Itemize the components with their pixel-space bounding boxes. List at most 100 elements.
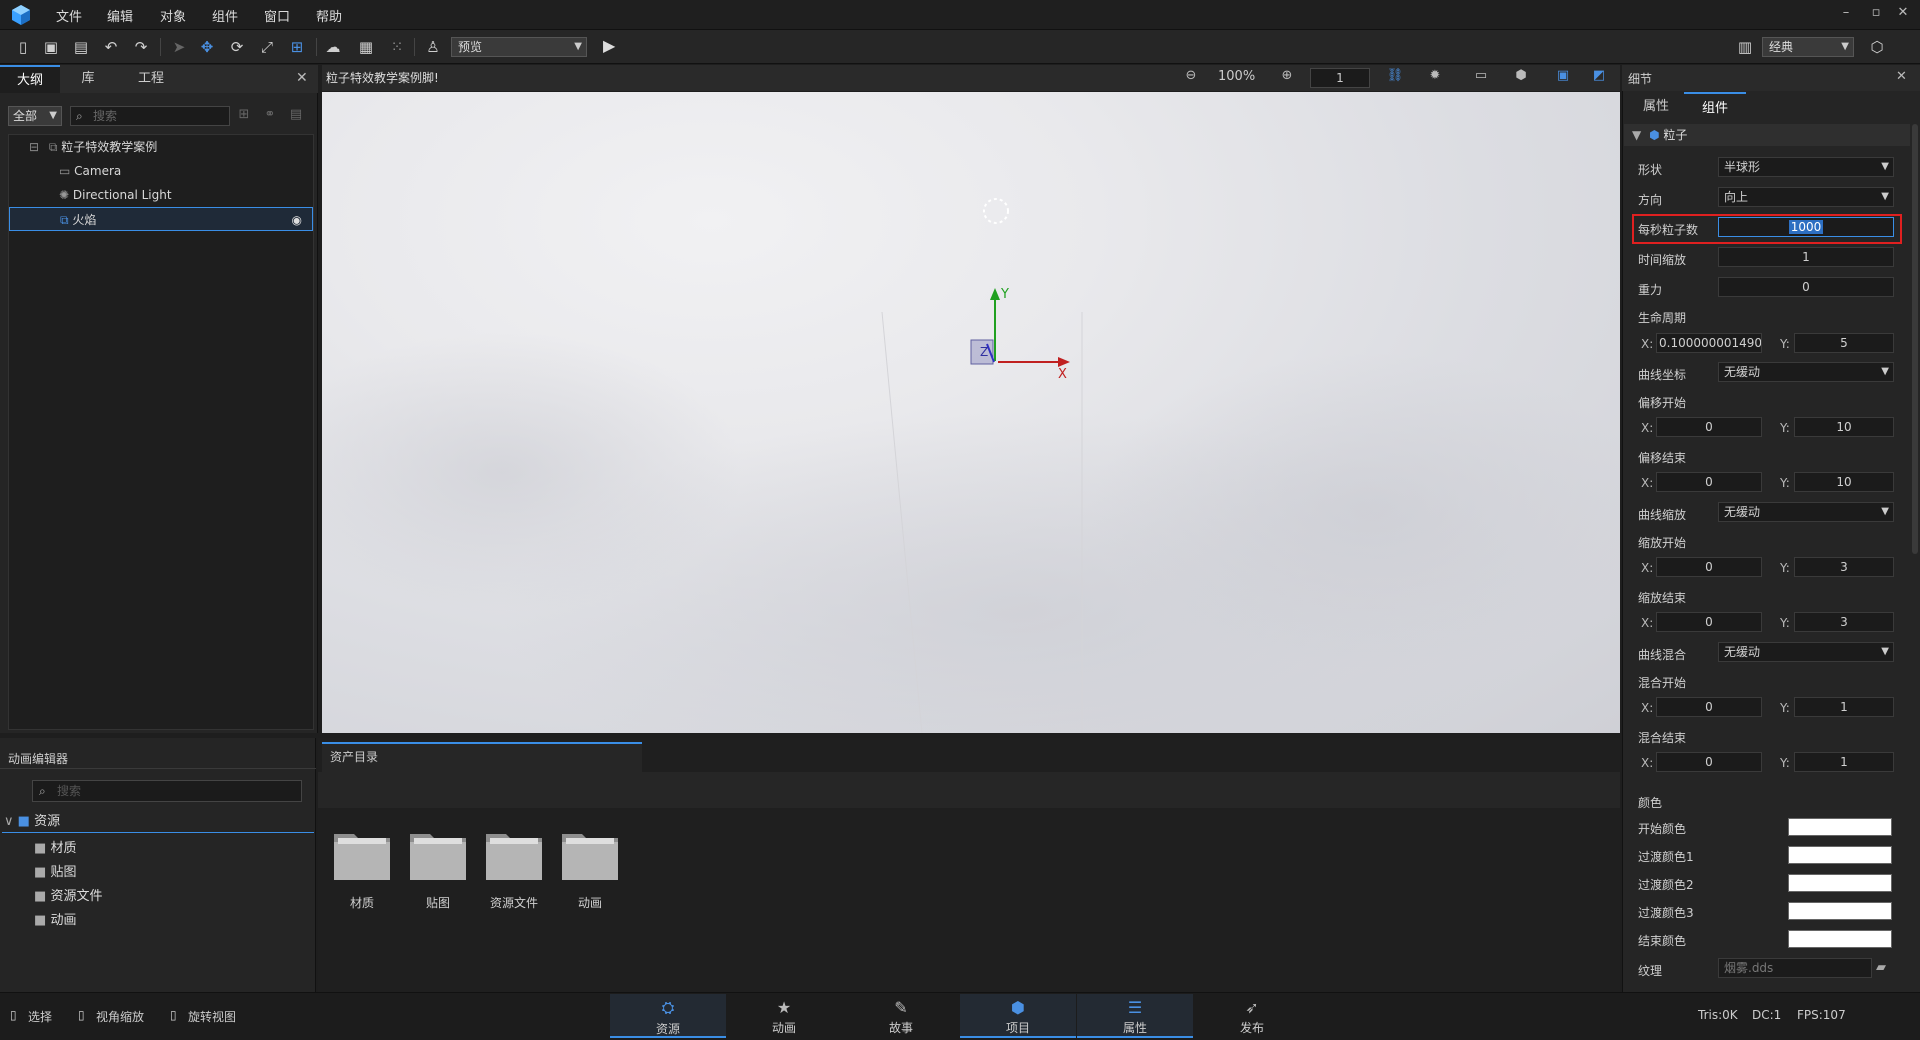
resource-item-material[interactable]: ■ 材质 [34, 837, 76, 856]
menu-help[interactable]: 帮助 [316, 6, 342, 25]
dot-grid-icon[interactable]: ⁙ [386, 36, 408, 58]
redo-icon[interactable]: ↷ [130, 36, 152, 58]
outline-search-input[interactable]: ⌕ 搜索 [70, 106, 230, 126]
collapse-toggle-icon[interactable]: ⊟ [29, 140, 39, 154]
particle-section-header[interactable]: ▼ ⬢ 粒子 [1624, 124, 1910, 146]
direction-select[interactable]: 向上 ▼ [1718, 187, 1894, 207]
zoom-in-icon[interactable]: ⊕ [1276, 68, 1298, 88]
preview-select[interactable]: 预览 ▼ [451, 37, 587, 57]
restore-button[interactable]: ▫ [1866, 5, 1886, 20]
move-tool-icon[interactable]: ✥ [196, 36, 218, 58]
new-file-icon[interactable]: ▯ [12, 36, 34, 58]
offset-end-y-input[interactable]: 10 [1794, 472, 1894, 492]
blend-end-x-input[interactable]: 0 [1656, 752, 1762, 772]
play-button[interactable]: ▶ [603, 36, 625, 58]
filter-select[interactable]: 全部 ▼ [8, 106, 62, 126]
save-view-icon[interactable]: ▣ [1552, 68, 1574, 88]
tree-item-flame[interactable]: ⧉ 火焰 ◉ [9, 207, 313, 231]
lifetime-y-input[interactable]: 5 [1794, 333, 1894, 353]
undo-icon[interactable]: ↶ [100, 36, 122, 58]
scale-end-x-input[interactable]: 0 [1656, 612, 1762, 632]
layout-icon[interactable]: ▥ [1734, 36, 1756, 58]
link-icon[interactable]: ⚭ [261, 107, 279, 125]
curve-coord-select[interactable]: 无缓动 ▼ [1718, 362, 1894, 382]
expand-icon[interactable]: ⊞ [235, 107, 253, 125]
save-all-icon[interactable]: ▤ [70, 36, 92, 58]
scale-start-x-input[interactable]: 0 [1656, 557, 1762, 577]
stats-icon[interactable]: ◩ [1588, 68, 1610, 88]
nav-tab-project[interactable]: ⬢ 项目 [960, 994, 1076, 1038]
time-scale-input[interactable]: 1 [1718, 247, 1894, 267]
nav-tab-story[interactable]: ✎ 故事 [843, 994, 959, 1038]
save-icon[interactable]: ▣ [40, 36, 62, 58]
cube-icon[interactable]: ⬢ [1510, 68, 1532, 88]
end-color-swatch[interactable] [1788, 930, 1892, 948]
nav-tab-animation[interactable]: ★ 动画 [726, 994, 842, 1038]
lifetime-x-input[interactable]: 0.100000001490116 [1656, 333, 1762, 353]
nav-tab-publish[interactable]: ➶ 发布 [1194, 994, 1310, 1038]
tab-properties[interactable]: 属性 [1628, 92, 1684, 122]
settings-icon[interactable]: ⬡ [1866, 36, 1888, 58]
folder-icon[interactable] [560, 828, 620, 882]
menu-object[interactable]: 对象 [160, 6, 186, 25]
start-color-swatch[interactable] [1788, 818, 1892, 836]
rate-input[interactable]: 1000 [1718, 217, 1894, 237]
resource-item-texture[interactable]: ■ 贴图 [34, 861, 76, 880]
scale-end-y-input[interactable]: 3 [1794, 612, 1894, 632]
user-icon[interactable]: ♙ [422, 36, 444, 58]
grid-icon[interactable]: ▦ [355, 36, 377, 58]
scale-start-y-input[interactable]: 3 [1794, 557, 1894, 577]
tab-library[interactable]: 库 [60, 65, 116, 93]
select-tool-icon[interactable]: ➤ [168, 36, 190, 58]
transition-color-2-swatch[interactable] [1788, 874, 1892, 892]
resource-item-files[interactable]: ■ 资源文件 [34, 885, 102, 904]
scale-tool-icon[interactable]: ⤢ [256, 36, 278, 58]
folder-icon[interactable] [484, 828, 544, 882]
bug-icon[interactable]: ✹ [1424, 68, 1446, 88]
nav-tab-properties[interactable]: ☰ 属性 [1077, 994, 1193, 1038]
camera-view-icon[interactable]: ▭ [1470, 68, 1492, 88]
folder-icon[interactable]: ▰ [1876, 960, 1886, 975]
curve-scale-select[interactable]: 无缓动 ▼ [1718, 502, 1894, 522]
zoom-out-icon[interactable]: ⊖ [1180, 68, 1202, 88]
close-icon[interactable]: ✕ [1896, 69, 1907, 84]
animation-search-input[interactable]: ⌕ 搜索 [32, 780, 302, 802]
shape-select[interactable]: 半球形 ▼ [1718, 157, 1894, 177]
cloud-icon[interactable]: ☁ [322, 36, 344, 58]
nav-tab-resources[interactable]: ⛭ 资源 [610, 994, 726, 1038]
resource-root-row[interactable]: ∨ ■ 资源 [2, 811, 314, 833]
close-window-button[interactable]: ✕ [1893, 5, 1913, 20]
menu-window[interactable]: 窗口 [264, 6, 290, 25]
folder-icon[interactable] [408, 828, 468, 882]
snap-tool-icon[interactable]: ⊞ [286, 36, 308, 58]
tree-item-directional-light[interactable]: ✺ Directional Light [9, 183, 313, 207]
tab-outline[interactable]: 大纲 [0, 65, 60, 93]
collapse-icon[interactable]: ▤ [287, 107, 305, 125]
resource-item-animation[interactable]: ■ 动画 [34, 909, 76, 928]
blend-start-y-input[interactable]: 1 [1794, 697, 1894, 717]
offset-start-x-input[interactable]: 0 [1656, 417, 1762, 437]
scene-viewport[interactable]: Y X Z [322, 92, 1620, 733]
curve-blend-select[interactable]: 无缓动 ▼ [1718, 642, 1894, 662]
tree-root-row[interactable]: ⊟ ⧉ 粒子特效教学案例 [9, 135, 313, 159]
transition-color-1-swatch[interactable] [1788, 846, 1892, 864]
gravity-input[interactable]: 0 [1718, 277, 1894, 297]
rotate-tool-icon[interactable]: ⟳ [226, 36, 248, 58]
tab-asset-directory[interactable]: 资产目录 [322, 742, 642, 772]
frame-field[interactable]: 1 [1310, 68, 1370, 88]
tab-components[interactable]: 组件 [1684, 92, 1746, 122]
blend-start-x-input[interactable]: 0 [1656, 697, 1762, 717]
transition-color-3-swatch[interactable] [1788, 902, 1892, 920]
menu-file[interactable]: 文件 [56, 6, 82, 25]
layout-select[interactable]: 经典 ▼ [1762, 37, 1854, 57]
folder-icon[interactable] [332, 828, 392, 882]
offset-start-y-input[interactable]: 10 [1794, 417, 1894, 437]
offset-end-x-input[interactable]: 0 [1656, 472, 1762, 492]
blend-end-y-input[interactable]: 1 [1794, 752, 1894, 772]
tree-item-camera[interactable]: ▭ Camera [9, 159, 313, 183]
tab-project[interactable]: 工程 [120, 65, 182, 93]
details-scrollbar[interactable] [1912, 124, 1918, 554]
visibility-icon[interactable]: ◉ [292, 208, 302, 232]
link-view-icon[interactable]: ⛓ [1384, 68, 1406, 88]
menu-edit[interactable]: 编辑 [107, 6, 133, 25]
